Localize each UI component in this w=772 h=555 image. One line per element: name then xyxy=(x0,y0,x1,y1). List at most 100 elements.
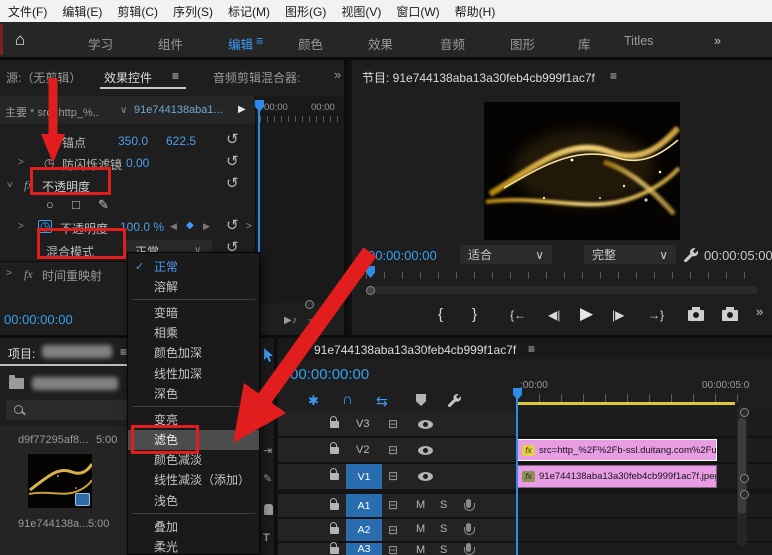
lock-icon[interactable] xyxy=(330,421,339,428)
dropdown-item-darken[interactable]: 变暗 xyxy=(128,302,259,322)
tab-source-monitor[interactable]: 源:（无剪辑） xyxy=(6,69,81,86)
solo-button[interactable]: S xyxy=(440,523,447,535)
transport-overflow-icon[interactable]: » xyxy=(756,304,763,319)
time-remap-label[interactable]: 时间重映射 xyxy=(42,267,102,284)
clip-v1[interactable]: fx 91e744138aba13a30feb4cb999f1ac7f.jpeg xyxy=(517,465,717,488)
tab-effect-controls[interactable]: 效果控件 xyxy=(104,69,152,86)
settings-wrench-icon[interactable] xyxy=(682,246,698,262)
workspace-tab-color[interactable]: 颜色 xyxy=(298,34,323,53)
ellipse-mask-icon[interactable]: ○ xyxy=(46,197,54,212)
menu-item-view[interactable]: 视图(V) xyxy=(341,3,381,20)
workspace-tab-effects[interactable]: 效果 xyxy=(368,34,393,53)
toggle-track-visibility-icon[interactable] xyxy=(418,472,433,481)
home-icon[interactable]: ⌂ xyxy=(15,30,25,50)
voiceover-mic-icon[interactable] xyxy=(466,523,471,532)
lock-icon[interactable] xyxy=(330,547,339,554)
menu-item-file[interactable]: 文件(F) xyxy=(8,3,47,20)
step-forward-button[interactable]: |▶ xyxy=(612,308,624,322)
lock-icon[interactable] xyxy=(330,473,339,480)
timeline-settings-wrench-icon[interactable] xyxy=(446,392,461,407)
track-target-chip[interactable]: A2 xyxy=(346,519,382,541)
chevron-down-icon[interactable]: ∨ xyxy=(120,105,127,116)
timeline-menu-icon[interactable]: ≡ xyxy=(528,342,535,356)
dropdown-item-overlay[interactable]: 叠加 xyxy=(128,516,259,536)
dropdown-item-soft-light[interactable]: 柔光 xyxy=(128,536,259,555)
reset-icon[interactable]: ↺ xyxy=(226,178,239,190)
add-marker-icon[interactable] xyxy=(416,394,426,406)
effect-controls-menu-icon[interactable]: ≡ xyxy=(172,69,179,83)
track-content[interactable] xyxy=(517,519,772,541)
clip-v2-selected[interactable]: fx src=http_%2F%2Fb-ssl.duitang.com%2Fu xyxy=(517,439,717,461)
chevron-expanded-icon[interactable]: > xyxy=(3,182,14,188)
prev-keyframe-icon[interactable]: ◀ xyxy=(170,221,177,232)
ec-mini-timeline[interactable]: 00:00 00:00 xyxy=(255,96,348,303)
work-area-bar[interactable] xyxy=(517,402,735,405)
folder-icon[interactable] xyxy=(9,378,24,389)
tab-program-monitor[interactable]: 节目: 91e744138aba13a30feb4cb999f1ac7f xyxy=(362,69,595,86)
track-output-icon[interactable]: ⊟ xyxy=(388,417,398,431)
scrollbar-knob[interactable] xyxy=(366,286,375,295)
video-preview[interactable] xyxy=(484,102,680,240)
workspace-tab-learn[interactable]: 学习 xyxy=(88,34,113,53)
timeline-ruler[interactable] xyxy=(517,394,757,402)
scrollbar-thumb[interactable] xyxy=(738,418,746,514)
timeline-playhead-line[interactable] xyxy=(516,398,518,555)
track-output-icon[interactable]: ⊟ xyxy=(388,498,398,512)
reset-icon[interactable]: ↺ xyxy=(226,134,239,146)
scrollbar-knob[interactable] xyxy=(740,408,749,417)
scrollbar-knob[interactable] xyxy=(740,490,749,499)
reset-icon[interactable]: ↺ xyxy=(226,156,239,168)
play-button[interactable]: ▶ xyxy=(580,304,593,324)
track-content[interactable] xyxy=(517,412,772,436)
track-name[interactable]: V3 xyxy=(356,418,369,430)
menu-item-markers[interactable]: 标记(M) xyxy=(228,3,270,20)
sequence-clip-label[interactable]: 91e744138aba1... xyxy=(134,104,223,116)
track-output-icon[interactable]: ⊟ xyxy=(388,443,398,457)
anchor-x-value[interactable]: 350.0 xyxy=(118,134,148,148)
workspace-tab-audio[interactable]: 音频 xyxy=(440,34,465,53)
chevron-right-icon[interactable]: > xyxy=(18,221,24,232)
voiceover-mic-icon[interactable] xyxy=(466,543,471,552)
play-audio-icon[interactable]: ▶♪ xyxy=(284,315,297,326)
workspace-tab-graphics[interactable]: 图形 xyxy=(510,34,535,53)
dropdown-item-linear-burn[interactable]: 线性加深 xyxy=(128,363,259,383)
next-keyframe-icon[interactable]: ▶ xyxy=(203,221,210,232)
scrollbar-knob[interactable] xyxy=(305,300,314,309)
lift-button[interactable] xyxy=(688,310,704,321)
lock-icon[interactable] xyxy=(330,447,339,454)
tab-project[interactable]: 项目: xyxy=(8,345,35,362)
nest-sequence-icon[interactable]: ✱ xyxy=(308,393,319,409)
mute-button[interactable]: M xyxy=(416,544,425,555)
stopwatch-icon[interactable]: ◷ xyxy=(44,134,54,148)
program-scrollbar[interactable] xyxy=(366,286,758,294)
zoom-level-select[interactable]: 适合 ∨ xyxy=(460,245,552,264)
lock-icon[interactable] xyxy=(330,503,339,510)
track-output-icon[interactable]: ⊟ xyxy=(388,469,398,483)
chevron-right-icon[interactable]: > xyxy=(6,268,12,279)
solo-button[interactable]: S xyxy=(440,499,447,511)
tab-sequence[interactable]: 91e744138aba13a30feb4cb999f1ac7f xyxy=(314,343,516,357)
mute-button[interactable]: M xyxy=(416,523,425,535)
type-tool[interactable]: T xyxy=(263,532,270,544)
menu-item-edit[interactable]: 编辑(E) xyxy=(62,3,102,20)
snap-magnet-icon[interactable]: ∩ xyxy=(342,391,353,408)
pen-mask-icon[interactable]: ✎ xyxy=(98,197,109,213)
track-content[interactable] xyxy=(517,543,772,555)
lock-icon[interactable] xyxy=(330,527,339,534)
asset-thumbnail[interactable] xyxy=(28,454,92,508)
tab-audio-clip-mixer[interactable]: 音频剪辑混合器: xyxy=(213,69,300,86)
track-output-icon[interactable]: ⊟ xyxy=(388,543,398,555)
selection-tool[interactable] xyxy=(263,348,274,362)
workspace-overflow-icon[interactable]: » xyxy=(714,34,721,48)
anchor-y-value[interactable]: 622.5 xyxy=(166,134,196,148)
track-content[interactable] xyxy=(517,494,772,517)
dropdown-item-multiply[interactable]: 相乘 xyxy=(128,323,259,343)
antiflicker-value[interactable]: 0.00 xyxy=(126,156,149,170)
workspace-tab-libraries[interactable]: 库 xyxy=(578,34,591,53)
workspace-tab-assembly[interactable]: 组件 xyxy=(158,34,183,53)
dropdown-item-linear-dodge[interactable]: 线性减淡（添加） xyxy=(128,470,259,490)
dropdown-item-normal[interactable]: ✓ 正常 xyxy=(128,256,259,276)
export-icon[interactable]: ⇥ xyxy=(308,315,316,326)
menu-item-sequence[interactable]: 序列(S) xyxy=(173,3,213,20)
track-name[interactable]: V2 xyxy=(356,444,369,456)
